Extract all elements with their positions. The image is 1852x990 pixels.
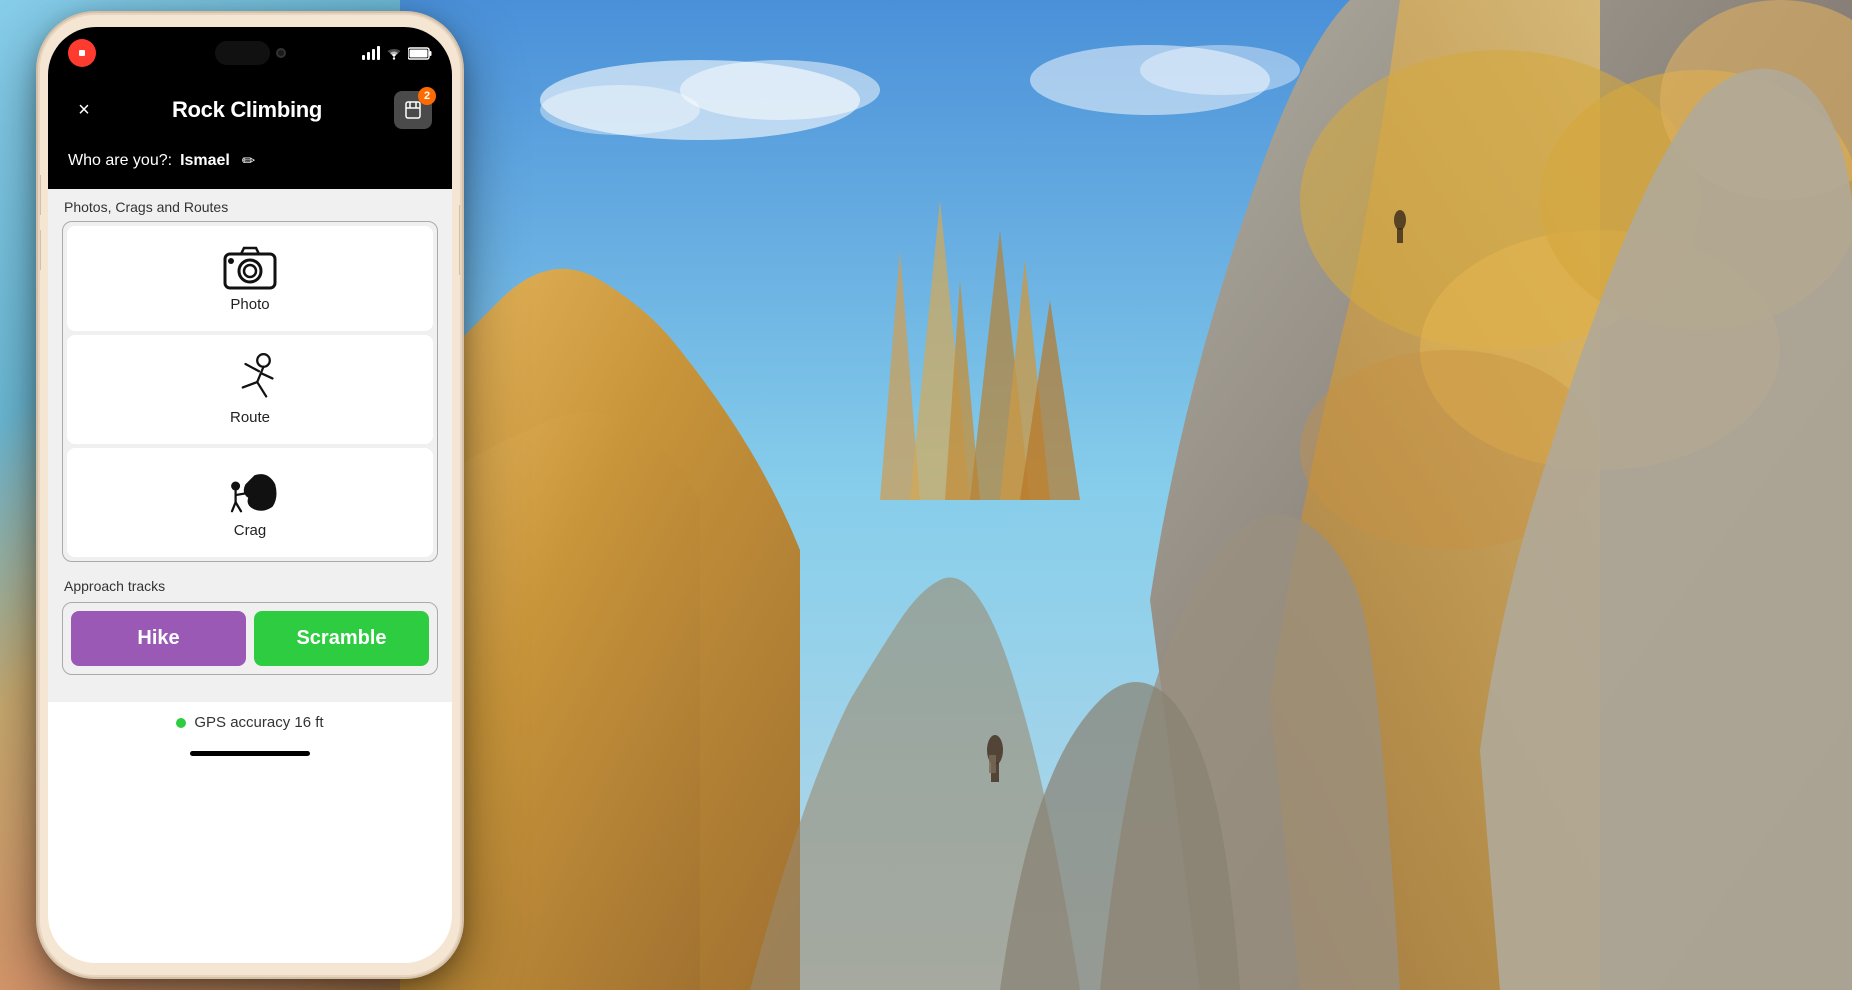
di-camera <box>276 48 286 58</box>
route-icon <box>223 353 277 403</box>
hike-button[interactable]: Hike <box>71 611 246 666</box>
approach-section: Approach tracks Hike Scramble <box>62 578 438 675</box>
user-row: Who are you?: Ismael ✏ <box>48 141 452 189</box>
status-bar <box>48 27 452 79</box>
user-label: Who are you?: <box>68 152 172 170</box>
di-pill <box>215 41 270 65</box>
status-left <box>68 39 96 67</box>
gps-text: GPS accuracy 16 ft <box>194 714 323 731</box>
camera-icon <box>223 244 277 290</box>
approach-label: Approach tracks <box>62 578 438 594</box>
scramble-button[interactable]: Scramble <box>254 611 429 666</box>
crag-label: Crag <box>234 522 267 539</box>
app-title: Rock Climbing <box>172 97 322 123</box>
approach-box: Hike Scramble <box>62 602 438 675</box>
photos-section-box: Photo <box>62 221 438 562</box>
route-label: Route <box>230 409 270 426</box>
phone-device: × Rock Climbing 2 Who are you?: Ismael ✏ <box>40 15 460 975</box>
crag-icon <box>223 466 277 516</box>
phone-screen: × Rock Climbing 2 Who are you?: Ismael ✏ <box>48 27 452 963</box>
gps-dot <box>176 718 186 728</box>
photos-section: Photos, Crags and Routes Photo <box>62 199 438 562</box>
status-right <box>362 46 432 60</box>
battery-icon <box>408 47 432 60</box>
home-indicator <box>48 743 452 768</box>
bookmark-icon <box>403 100 423 120</box>
user-name: Ismael <box>180 152 230 170</box>
photos-section-label: Photos, Crags and Routes <box>62 199 438 215</box>
wifi-icon <box>386 47 402 60</box>
power-button <box>459 205 460 275</box>
photo-card[interactable]: Photo <box>67 226 433 331</box>
app-content: Photos, Crags and Routes Photo <box>48 189 452 701</box>
notification-button[interactable]: 2 <box>394 91 432 129</box>
notification-badge: 2 <box>418 87 436 105</box>
photo-label: Photo <box>230 296 269 313</box>
route-card[interactable]: Route <box>67 335 433 444</box>
signal-bar-2 <box>367 52 370 60</box>
phone-body: × Rock Climbing 2 Who are you?: Ismael ✏ <box>40 15 460 975</box>
close-button[interactable]: × <box>68 94 100 126</box>
crag-card[interactable]: Crag <box>67 448 433 557</box>
volume-down-button <box>40 230 41 270</box>
dynamic-island <box>200 37 300 69</box>
signal-bar-3 <box>372 49 375 60</box>
signal-bar-4 <box>377 46 380 60</box>
app-header: × Rock Climbing 2 <box>48 79 452 141</box>
home-bar <box>190 751 310 756</box>
signal-bars <box>362 46 380 60</box>
record-button[interactable] <box>68 39 96 67</box>
edit-icon[interactable]: ✏ <box>242 151 255 171</box>
signal-bar-1 <box>362 55 365 60</box>
volume-up-button <box>40 175 41 215</box>
gps-bar: GPS accuracy 16 ft <box>48 701 452 743</box>
rock-scene-svg <box>400 0 1852 990</box>
